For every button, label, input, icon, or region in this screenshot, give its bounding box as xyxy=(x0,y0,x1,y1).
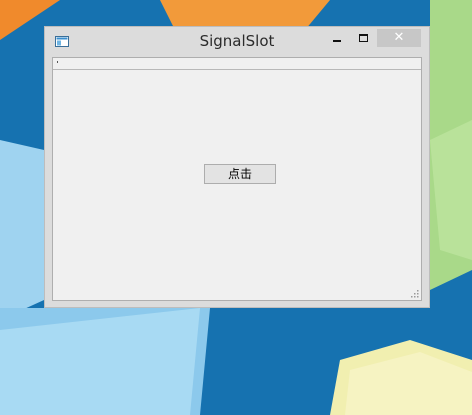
maximize-button[interactable] xyxy=(355,31,373,49)
minimize-button[interactable] xyxy=(328,31,346,49)
menu-bar-marker xyxy=(57,61,58,63)
title-bar[interactable]: SignalSlot ✕ xyxy=(45,27,429,57)
size-grip-icon[interactable] xyxy=(411,290,419,298)
client-area: 点击 xyxy=(52,57,422,301)
close-icon: ✕ xyxy=(393,30,405,45)
application-window: SignalSlot ✕ 点击 xyxy=(44,26,430,308)
click-button[interactable]: 点击 xyxy=(204,164,276,184)
close-button[interactable]: ✕ xyxy=(377,29,421,47)
menu-bar xyxy=(53,58,421,70)
